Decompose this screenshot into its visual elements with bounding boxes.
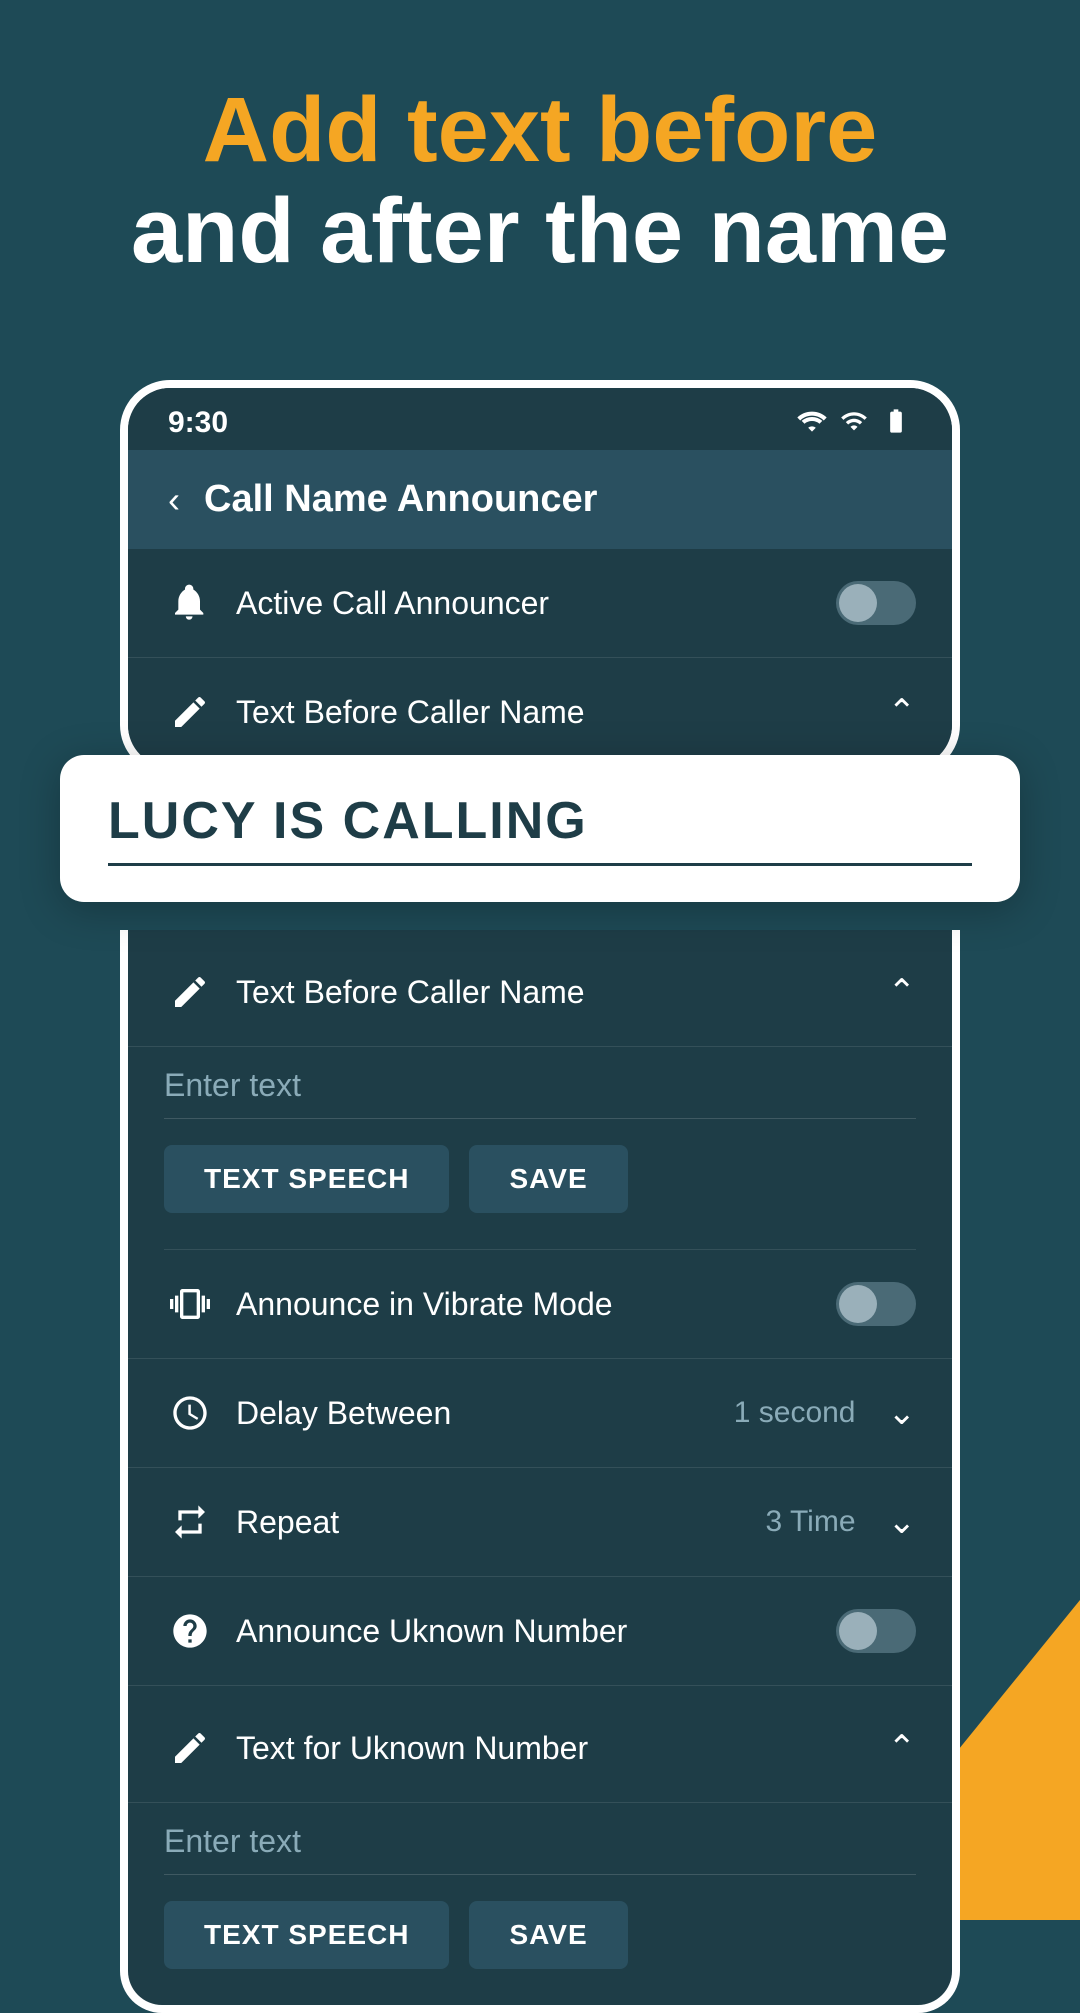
announce-unknown-toggle[interactable]	[836, 1609, 916, 1653]
chevron-up-icon-top: ⌃	[888, 692, 917, 732]
phone-mockup: 9:30 ‹ Call Name Annou	[120, 380, 960, 775]
app-header: ‹ Call Name Announcer	[128, 450, 952, 549]
chevron-up-unknown: ⌃	[888, 1728, 917, 1768]
text-unknown-expanded: Text for Uknown Number ⌃ Enter text TEXT…	[128, 1686, 952, 2005]
chevron-up-icon-bottom: ⌃	[888, 972, 917, 1012]
save-button-bottom[interactable]: SAVE	[469, 1901, 627, 1969]
status-icons	[796, 407, 912, 440]
delay-between-label: Delay Between	[236, 1395, 714, 1432]
signal-icon	[840, 407, 868, 440]
call-bubble-text: LUCY IS CALLING	[108, 791, 972, 866]
active-call-announcer-toggle[interactable]	[836, 581, 916, 625]
toggle-knob-vibrate	[839, 1285, 877, 1323]
enter-text-field-bottom[interactable]: Enter text	[164, 1823, 916, 1875]
vibrate-icon	[164, 1278, 216, 1330]
text-before-caller-label-top: Text Before Caller Name	[236, 694, 868, 731]
active-call-announcer-row: Active Call Announcer	[128, 549, 952, 658]
app-title: Call Name Announcer	[204, 478, 597, 521]
lower-section: Text Before Caller Name ⌃ Enter text TEX…	[120, 930, 960, 2013]
text-speech-button-top[interactable]: TEXT SPEECH	[164, 1145, 449, 1213]
text-unknown-label: Text for Uknown Number	[236, 1730, 868, 1767]
battery-icon	[880, 407, 912, 440]
enter-text-field-top[interactable]: Enter text	[164, 1067, 916, 1119]
chevron-down-delay: ⌄	[888, 1393, 917, 1433]
active-call-announcer-label: Active Call Announcer	[236, 585, 816, 622]
text-before-icon-top	[164, 686, 216, 738]
call-bubble: LUCY IS CALLING	[60, 755, 1020, 902]
hero-title-white: and after the name	[60, 181, 1020, 282]
repeat-icon	[164, 1496, 216, 1548]
text-unknown-icon	[164, 1722, 216, 1774]
repeat-label: Repeat	[236, 1504, 745, 1541]
announce-vibrate-row: Announce in Vibrate Mode	[128, 1250, 952, 1359]
repeat-row[interactable]: Repeat 3 Time ⌄	[128, 1468, 952, 1577]
settings-list: Active Call Announcer Text Before Caller…	[128, 549, 952, 767]
announce-unknown-row: Announce Uknown Number	[128, 1577, 952, 1686]
status-bar: 9:30	[128, 388, 952, 450]
delay-value: 1 second	[734, 1396, 856, 1430]
unknown-icon	[164, 1605, 216, 1657]
announce-vibrate-toggle[interactable]	[836, 1282, 916, 1326]
announce-vibrate-label: Announce in Vibrate Mode	[236, 1286, 816, 1323]
text-before-expanded: Text Before Caller Name ⌃ Enter text TEX…	[128, 930, 952, 1249]
text-speech-button-bottom[interactable]: TEXT SPEECH	[164, 1901, 449, 1969]
text-unknown-header[interactable]: Text for Uknown Number ⌃	[128, 1694, 952, 1803]
announce-unknown-label: Announce Uknown Number	[236, 1613, 816, 1650]
text-before-header-bottom[interactable]: Text Before Caller Name ⌃	[128, 938, 952, 1047]
delay-between-row[interactable]: Delay Between 1 second ⌄	[128, 1359, 952, 1468]
text-before-icon-bottom	[164, 966, 216, 1018]
hero-title-yellow: Add text before	[60, 80, 1020, 181]
save-button-top[interactable]: SAVE	[469, 1145, 627, 1213]
toggle-knob-unknown	[839, 1612, 877, 1650]
repeat-value: 3 Time	[765, 1505, 855, 1539]
back-button[interactable]: ‹	[168, 479, 180, 521]
status-time: 9:30	[168, 406, 228, 440]
wifi-icon	[796, 407, 828, 440]
text-before-caller-name-top-row[interactable]: Text Before Caller Name ⌃	[128, 658, 952, 767]
button-row-bottom: TEXT SPEECH SAVE	[128, 1885, 952, 1997]
button-row-top: TEXT SPEECH SAVE	[128, 1129, 952, 1241]
announcer-icon	[164, 577, 216, 629]
hero-section: Add text before and after the name	[0, 0, 1080, 342]
toggle-knob	[839, 584, 877, 622]
chevron-down-repeat: ⌄	[888, 1502, 917, 1542]
text-before-label-bottom: Text Before Caller Name	[236, 974, 868, 1011]
clock-icon	[164, 1387, 216, 1439]
